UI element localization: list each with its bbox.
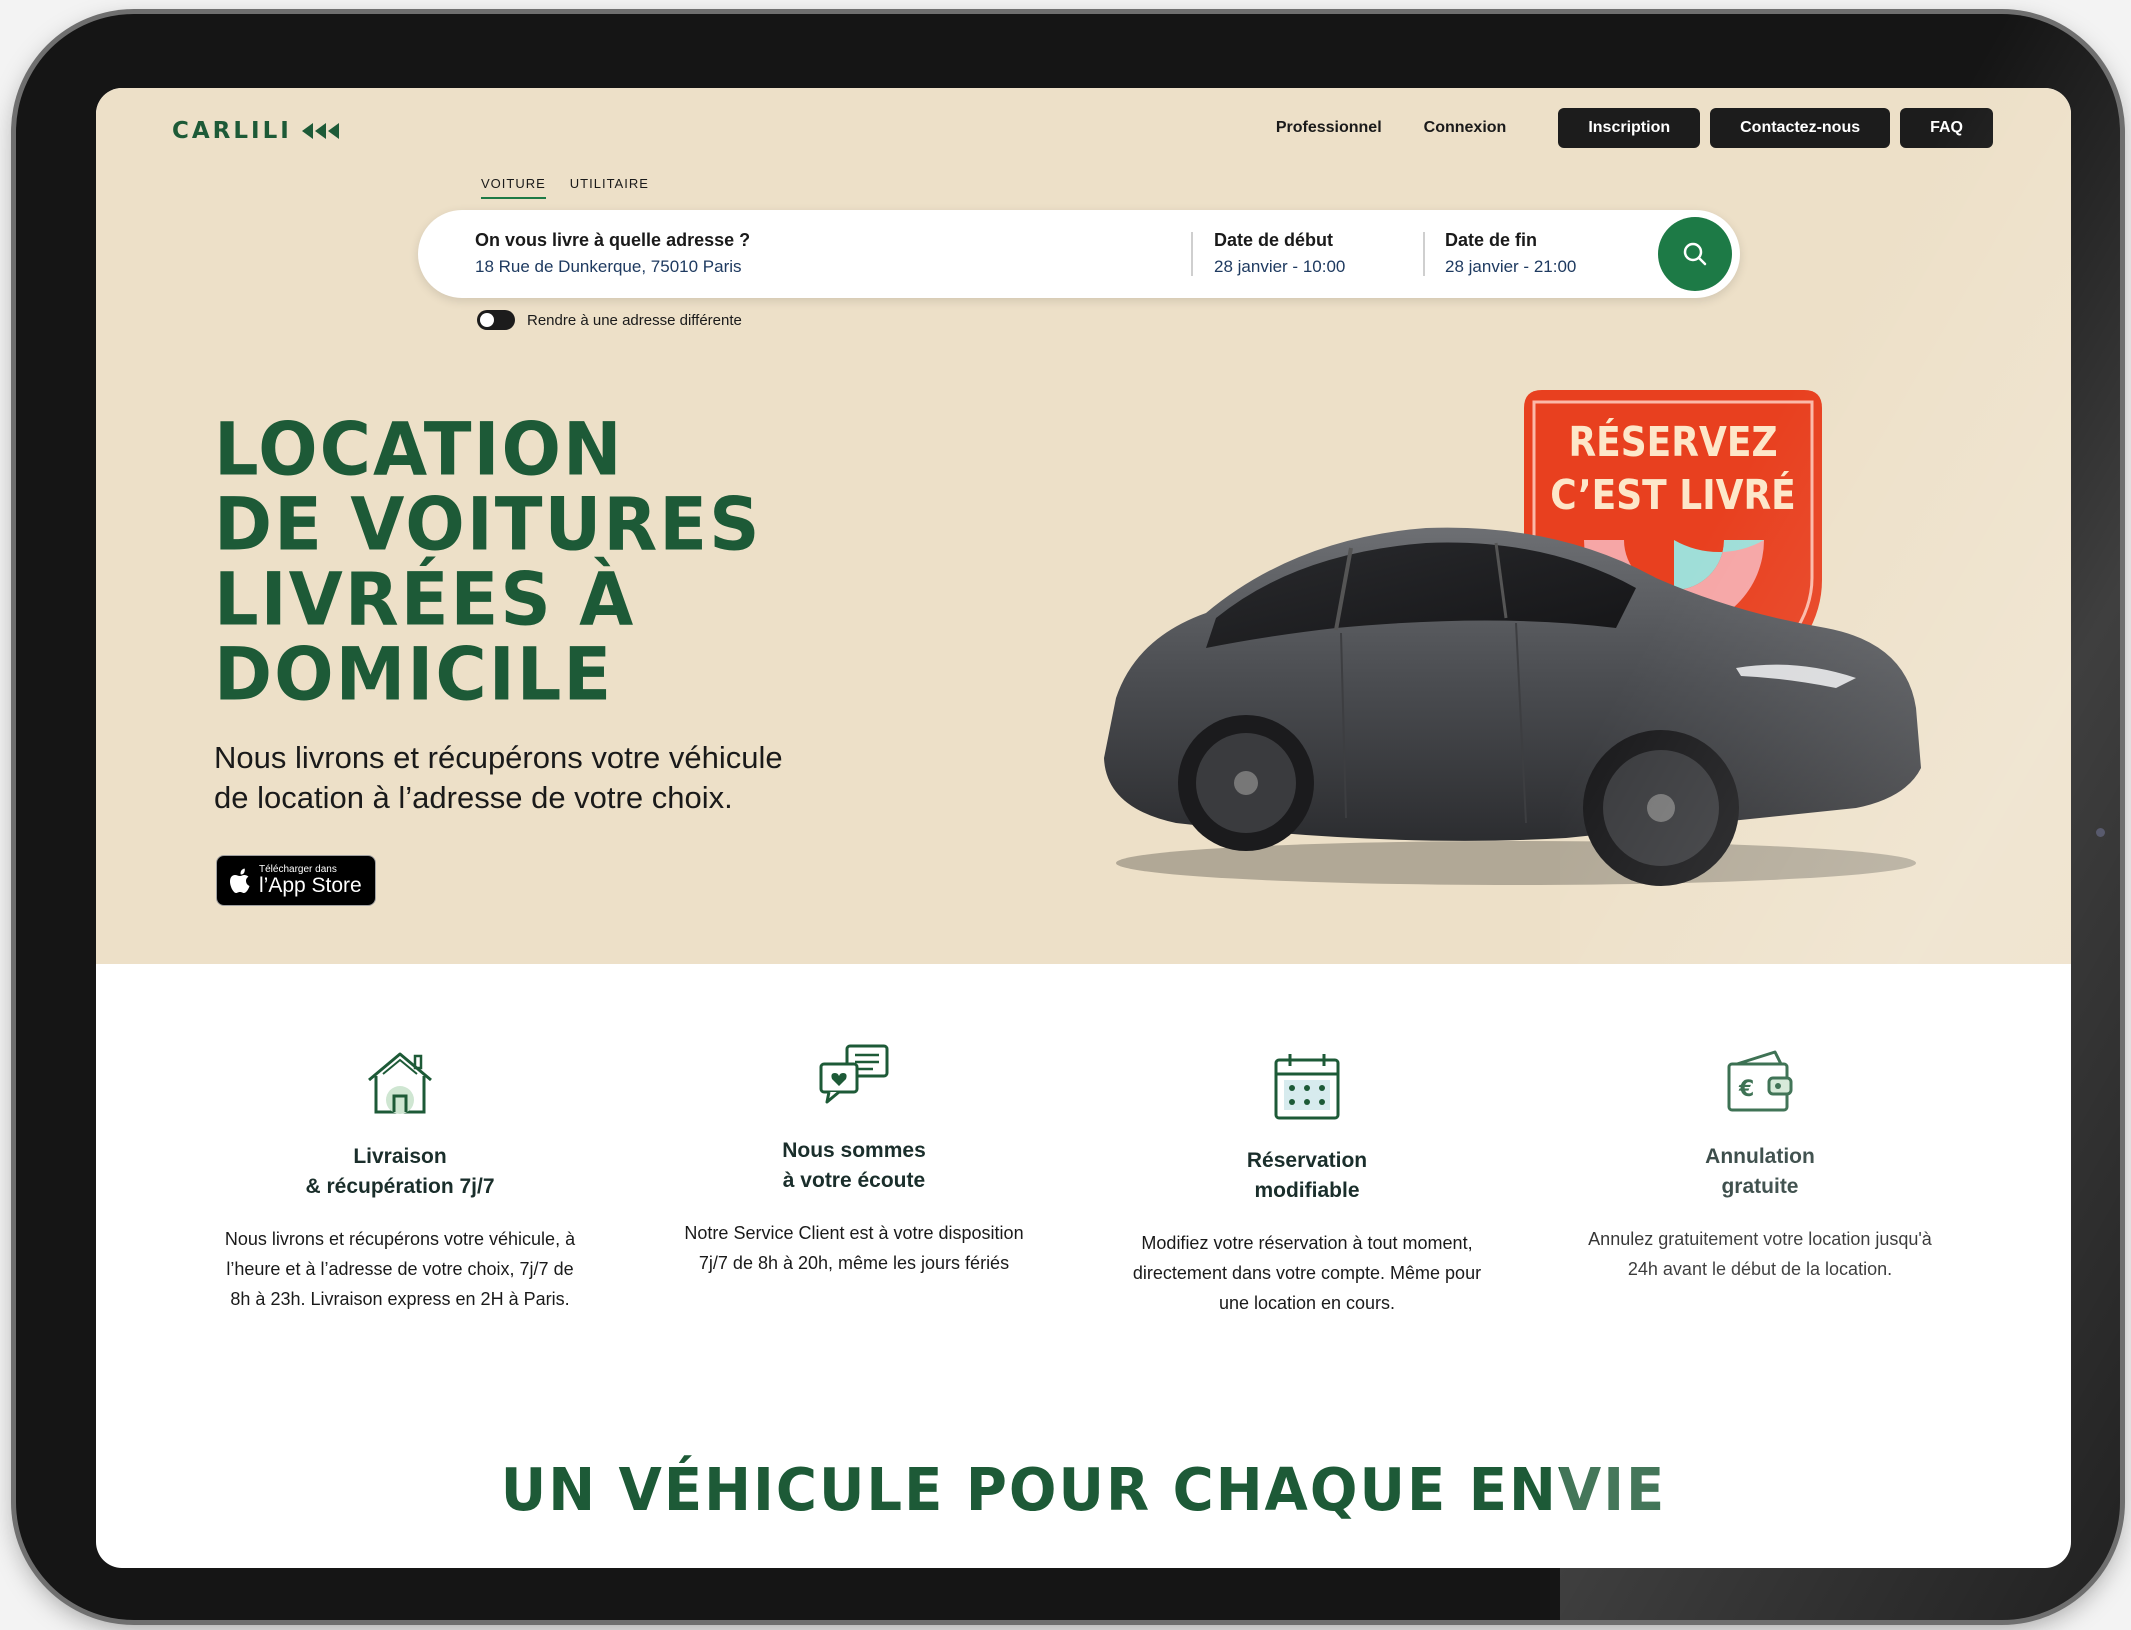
app-store-button[interactable]: Télécharger dans l’App Store xyxy=(216,855,376,906)
feature-title-line: Annulation xyxy=(1705,1145,1815,1168)
logo-chevrons-icon xyxy=(301,123,339,139)
badge-text: RÉSERVEZ C’EST LIVRÉ xyxy=(1544,417,1802,523)
hero-subtitle-line: de location à l’adresse de votre choix. xyxy=(214,780,733,815)
hero-subtitle: Nous livrons et récupérons votre véhicul… xyxy=(214,738,914,818)
calendar-icon xyxy=(1274,1054,1340,1120)
return-address-toggle-row: Rendre à une adresse différente xyxy=(477,310,742,330)
main-nav: Professionnel Connexion Inscription Cont… xyxy=(1276,108,1993,148)
end-date-label: Date de fin xyxy=(1445,230,1538,250)
field-divider xyxy=(1423,232,1425,276)
badge-line: C’EST LIVRÉ xyxy=(1550,472,1796,520)
search-button[interactable] xyxy=(1658,217,1732,291)
feature-title: Annulation gratuite xyxy=(1550,1142,1970,1202)
feature-text-line: Notre Service Client est à votre disposi… xyxy=(684,1223,1024,1243)
search-icon xyxy=(1683,242,1707,266)
hero-title: LOCATION DE VOITURES LIVRÉES À DOMICILE xyxy=(214,412,762,712)
feature-title-line: modifiable xyxy=(1254,1179,1360,1202)
start-date-field[interactable]: Date de début 28 janvier - 10:00 xyxy=(1214,230,1414,277)
start-date-label: Date de début xyxy=(1214,230,1334,250)
start-date-value: 28 janvier - 10:00 xyxy=(1214,257,1346,276)
feature-text-line: Annulez gratuitement votre location jusq… xyxy=(1588,1229,1932,1249)
contact-button[interactable]: Contactez-nous xyxy=(1710,108,1891,148)
apple-icon xyxy=(230,868,250,893)
feature-modifiable: Réservation modifiable Modifiez votre ré… xyxy=(1097,1052,1517,1318)
end-date-field[interactable]: Date de fin 28 janvier - 21:00 xyxy=(1445,230,1645,277)
feature-title-line: Réservation xyxy=(1246,1149,1368,1172)
field-divider xyxy=(1191,232,1193,276)
feature-text-line: Nous livrons et récupérons votre véhicul… xyxy=(224,1229,576,1249)
feature-text: Nous livrons et récupérons votre véhicul… xyxy=(190,1224,610,1314)
feature-text-line: directement dans votre compte. Même pour xyxy=(1132,1263,1482,1283)
feature-title-line: à votre écoute xyxy=(782,1169,926,1192)
feature-title-line: Livraison xyxy=(353,1145,447,1168)
address-field[interactable]: On vous livre à quelle adresse ? 18 Rue … xyxy=(475,230,1175,277)
faq-button[interactable]: FAQ xyxy=(1900,108,1993,148)
nav-professionnel-link[interactable]: Professionnel xyxy=(1276,119,1382,137)
car-image xyxy=(1104,527,1921,886)
hero-title-line: LOCATION xyxy=(214,407,624,493)
return-address-label: Rendre à une adresse différente xyxy=(527,311,742,329)
feature-text: Modifiez votre réservation à tout moment… xyxy=(1097,1228,1517,1318)
feature-text-line: Modifiez votre réservation à tout moment… xyxy=(1141,1233,1473,1253)
booking-search-bar: On vous livre à quelle adresse ? 18 Rue … xyxy=(418,210,1740,298)
feature-text-line: 7j/7 de 8h à 20h, même les jours fériés xyxy=(698,1253,1010,1273)
feature-text: Annulez gratuitement votre location jusq… xyxy=(1550,1224,1970,1284)
return-address-toggle[interactable] xyxy=(477,310,515,330)
signup-button[interactable]: Inscription xyxy=(1558,108,1701,148)
hero-title-line: DOMICILE xyxy=(214,631,614,717)
feature-support: Nous sommes à votre écoute Notre Service… xyxy=(644,1042,1064,1278)
hero-title-line: DE VOITURES xyxy=(214,481,762,568)
nav-login-link[interactable]: Connexion xyxy=(1424,119,1507,137)
camera-dot xyxy=(2096,828,2105,837)
vehicle-type-tabs: VOITURE UTILITAIRE xyxy=(481,176,649,199)
house-icon xyxy=(368,1052,432,1114)
svg-text:€: € xyxy=(1738,1077,1754,1102)
hero-section: CARLILI Professionnel Connexion Inscript… xyxy=(96,88,2071,964)
tablet-frame: CARLILI Professionnel Connexion Inscript… xyxy=(16,14,2120,1620)
feature-text-line: l’heure et à l’adresse de votre choix, 7… xyxy=(226,1259,574,1279)
tab-voiture[interactable]: VOITURE xyxy=(481,176,546,199)
badge-line: RÉSERVEZ xyxy=(1568,419,1778,467)
hero-title-line: LIVRÉES À xyxy=(214,556,636,643)
app-store-big-text: l’App Store xyxy=(259,874,362,897)
address-value: 18 Rue de Dunkerque, 75010 Paris xyxy=(475,257,742,276)
feature-title: Livraison & récupération 7j/7 xyxy=(190,1142,610,1202)
carlili-logo[interactable]: CARLILI xyxy=(172,118,339,144)
feature-title-line: Nous sommes xyxy=(782,1139,926,1162)
feature-delivery: Livraison & récupération 7j/7 Nous livro… xyxy=(190,1048,610,1314)
logo-text: CARLILI xyxy=(172,118,292,144)
features-section: Livraison & récupération 7j/7 Nous livro… xyxy=(96,1044,2071,1368)
chat-bubbles-icon xyxy=(819,1044,889,1104)
screen: CARLILI Professionnel Connexion Inscript… xyxy=(96,88,2071,1568)
feature-text: Notre Service Client est à votre disposi… xyxy=(644,1218,1064,1278)
tab-utilitaire[interactable]: UTILITAIRE xyxy=(570,176,649,199)
feature-cancellation: € Annulation gratuite Annulez gratuiteme… xyxy=(1550,1048,1970,1284)
feature-title: Réservation modifiable xyxy=(1097,1146,1517,1206)
feature-text-line: 24h avant le début de la location. xyxy=(1627,1259,1893,1279)
vehicles-section-title: UN VÉHICULE POUR CHAQUE ENVIE xyxy=(500,1456,1667,1525)
wallet-euro-icon: € xyxy=(1727,1050,1793,1112)
hero-subtitle-line: Nous livrons et récupérons votre véhicul… xyxy=(214,740,783,775)
feature-text-line: une location en cours. xyxy=(1218,1293,1396,1313)
address-label: On vous livre à quelle adresse ? xyxy=(475,230,751,250)
end-date-value: 28 janvier - 21:00 xyxy=(1445,257,1577,276)
feature-title-line: & récupération 7j/7 xyxy=(305,1175,495,1198)
feature-text-line: 8h à 23h. Livraison express en 2H à Pari… xyxy=(230,1289,570,1309)
feature-title: Nous sommes à votre écoute xyxy=(644,1136,1064,1196)
feature-title-line: gratuite xyxy=(1721,1175,1799,1198)
